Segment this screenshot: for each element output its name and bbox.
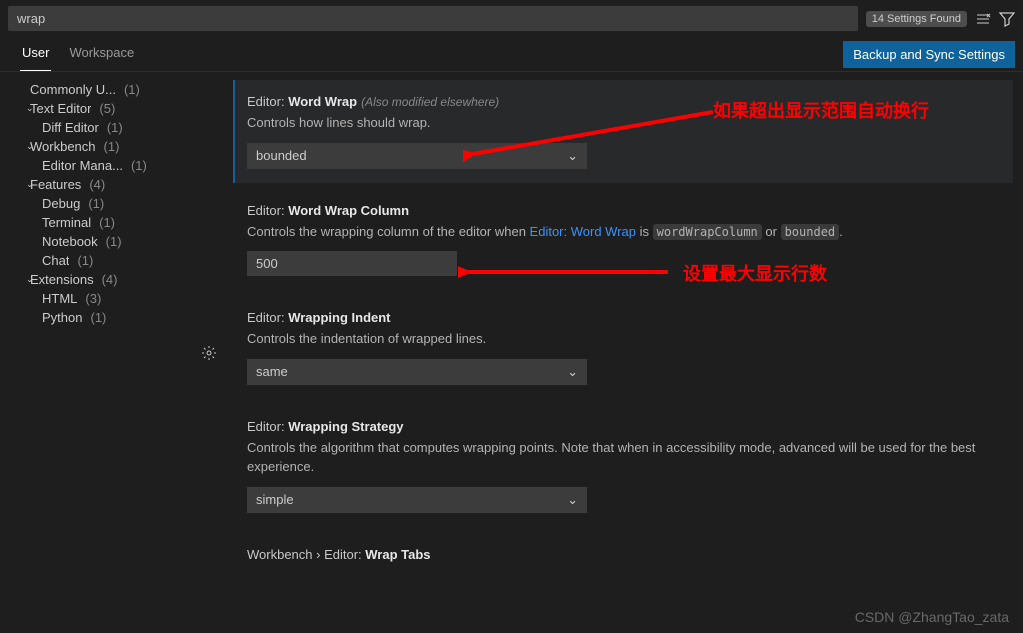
- sidebar-item-label: Text Editor: [30, 101, 91, 116]
- settings-tree: Commonly U...(1)⌄Text Editor(5)Diff Edit…: [0, 72, 195, 625]
- sync-settings-button[interactable]: Backup and Sync Settings: [843, 41, 1015, 68]
- gear-icon[interactable]: [201, 80, 217, 625]
- chevron-down-icon: ⌄: [567, 492, 578, 508]
- sidebar-item[interactable]: Diff Editor (1): [8, 118, 191, 137]
- sidebar-item-label: Features: [30, 177, 81, 192]
- setting-wrapping-indent: Editor: Wrapping Indent Controls the ind…: [233, 296, 1013, 399]
- chevron-down-icon: ⌄: [12, 141, 26, 152]
- chevron-down-icon: ⌄: [12, 179, 26, 190]
- sidebar-item-count: (1): [104, 139, 120, 154]
- setting-description: Controls the algorithm that computes wra…: [247, 438, 1013, 477]
- setting-description: Controls the indentation of wrapped line…: [247, 329, 1013, 349]
- sidebar-item-label: HTML: [42, 291, 77, 306]
- sidebar-item-label: Extensions: [30, 272, 94, 287]
- sidebar-item[interactable]: HTML (3): [8, 289, 191, 308]
- chevron-down-icon: ⌄: [567, 148, 578, 164]
- settings-search-input[interactable]: [8, 6, 858, 31]
- word-wrap-select[interactable]: bounded ⌄: [247, 143, 587, 169]
- sidebar-item-label: Editor Mana...: [42, 158, 123, 173]
- sidebar-item-label: Chat: [42, 253, 69, 268]
- sidebar-item[interactable]: Commonly U... (1): [8, 80, 191, 99]
- setting-wrap-tabs: Workbench › Editor: Wrap Tabs: [233, 533, 1013, 580]
- tab-user[interactable]: User: [20, 37, 51, 71]
- word-wrap-column-input[interactable]: [247, 251, 457, 276]
- sidebar-item[interactable]: Debug (1): [8, 194, 191, 213]
- sidebar-item-count: (1): [88, 196, 104, 211]
- sidebar-item[interactable]: Editor Mana... (1): [8, 156, 191, 175]
- sidebar-item-count: (4): [89, 177, 105, 192]
- setting-word-wrap-column: Editor: Word Wrap Column Controls the wr…: [233, 189, 1013, 291]
- sidebar-item-count: (1): [106, 234, 122, 249]
- settings-content: Editor: Word Wrap(Also modified elsewher…: [223, 72, 1023, 625]
- sidebar-item[interactable]: Notebook (1): [8, 232, 191, 251]
- wrapping-strategy-select[interactable]: simple ⌄: [247, 487, 587, 513]
- chevron-down-icon: ⌄: [567, 364, 578, 380]
- sidebar-item-count: (1): [90, 310, 106, 325]
- filter-icon[interactable]: [999, 11, 1015, 27]
- sidebar-item[interactable]: ⌄ Extensions (4): [8, 270, 191, 289]
- sidebar-item-label: Workbench: [30, 139, 96, 154]
- sidebar-item-count: (3): [85, 291, 101, 306]
- chevron-down-icon: ⌄: [12, 274, 26, 285]
- sidebar-item-count: (1): [124, 82, 140, 97]
- sidebar-item-count: (1): [107, 120, 123, 135]
- sidebar-item-label: Terminal: [42, 215, 91, 230]
- sidebar-item[interactable]: ⌄ Text Editor (5): [8, 99, 191, 118]
- sidebar-item-count: (4): [102, 272, 118, 287]
- setting-wrapping-strategy: Editor: Wrapping Strategy Controls the a…: [233, 405, 1013, 527]
- tab-workspace[interactable]: Workspace: [67, 37, 136, 71]
- sidebar-item-count: (5): [99, 101, 115, 116]
- sidebar-item[interactable]: Python (1): [8, 308, 191, 327]
- editor-word-wrap-link[interactable]: Editor: Word Wrap: [530, 224, 636, 239]
- setting-word-wrap: Editor: Word Wrap(Also modified elsewher…: [233, 80, 1013, 183]
- wrapping-indent-select[interactable]: same ⌄: [247, 359, 587, 385]
- sidebar-item-label: Commonly U...: [30, 82, 116, 97]
- sidebar-item[interactable]: ⌄ Features (4): [8, 175, 191, 194]
- sidebar-item-count: (1): [131, 158, 147, 173]
- sidebar-item-label: Diff Editor: [42, 120, 99, 135]
- clear-filter-icon[interactable]: [975, 11, 991, 27]
- sidebar-item[interactable]: ⌄ Workbench (1): [8, 137, 191, 156]
- watermark: CSDN @ZhangTao_zata: [855, 609, 1009, 625]
- sidebar-item[interactable]: Chat (1): [8, 251, 191, 270]
- setting-description: Controls how lines should wrap.: [247, 113, 1013, 133]
- sidebar-item-count: (1): [77, 253, 93, 268]
- sidebar-item-label: Python: [42, 310, 82, 325]
- sidebar-item-count: (1): [99, 215, 115, 230]
- sidebar-item[interactable]: Terminal (1): [8, 213, 191, 232]
- results-count-badge: 14 Settings Found: [866, 11, 967, 27]
- sidebar-item-label: Notebook: [42, 234, 98, 249]
- setting-description: Controls the wrapping column of the edit…: [247, 222, 1013, 242]
- sidebar-item-label: Debug: [42, 196, 80, 211]
- chevron-down-icon: ⌄: [12, 103, 26, 114]
